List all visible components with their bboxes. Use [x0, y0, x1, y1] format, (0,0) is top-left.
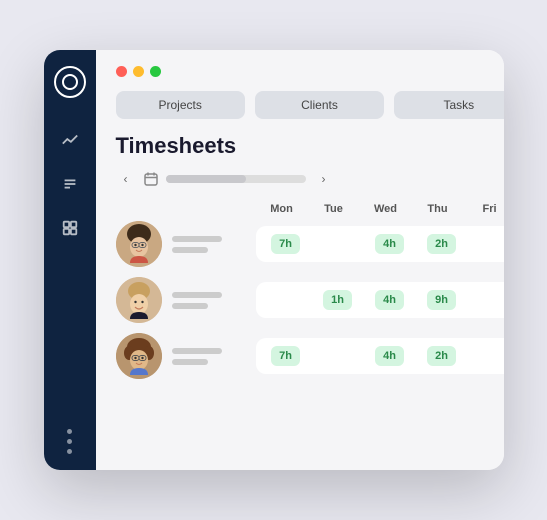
hour-badge: 4h	[375, 346, 404, 366]
day-header-wed: Wed	[360, 203, 412, 215]
hour-cell-wed-1: 4h	[364, 234, 416, 254]
main-content: Projects Clients Tasks Timesheets ‹ › M	[96, 50, 504, 470]
hour-badge: 4h	[375, 234, 404, 254]
day-header-fri: Fri	[464, 203, 504, 215]
hour-cell-thu-2: 9h	[416, 290, 468, 310]
calendar-prev[interactable]: ‹	[116, 169, 136, 189]
row-hours-2: 1h 4h 9h	[256, 282, 504, 318]
table-row: 7h 4h 2h	[116, 333, 504, 379]
person-info	[116, 333, 256, 379]
person-name-line	[172, 292, 222, 298]
avatar-face-2	[116, 277, 162, 323]
sidebar-icon-chart[interactable]	[52, 122, 88, 158]
avatar-face-3	[116, 333, 162, 379]
hour-cell-mon-2	[260, 290, 312, 310]
day-header-mon: Mon	[256, 203, 308, 215]
avatar	[116, 333, 162, 379]
person-name-line	[172, 348, 222, 354]
person-lines	[172, 348, 222, 365]
person-info	[116, 277, 256, 323]
person-role-line	[172, 359, 208, 365]
day-header-tue: Tue	[308, 203, 360, 215]
hour-cell-thu-3: 2h	[416, 346, 468, 366]
maximize-button[interactable]	[150, 66, 161, 77]
hour-cell-wed-3: 4h	[364, 346, 416, 366]
sidebar-dots	[67, 429, 72, 454]
person-role-line	[172, 247, 208, 253]
table-row: 1h 4h 9h	[116, 277, 504, 323]
hour-badge: 1h	[323, 290, 352, 310]
minimize-button[interactable]	[133, 66, 144, 77]
hour-cell-mon-1: 7h	[260, 234, 312, 254]
sidebar-icon-list[interactable]	[52, 166, 88, 202]
row-hours-1: 7h 4h 2h	[256, 226, 504, 262]
hour-badge: 2h	[427, 234, 456, 254]
window-controls	[116, 66, 504, 77]
timesheet-grid: Mon Tue Wed Thu Fri	[116, 203, 504, 389]
hour-cell-tue-1	[312, 234, 364, 254]
day-headers: Mon Tue Wed Thu Fri	[116, 203, 504, 215]
avatar	[116, 221, 162, 267]
close-button[interactable]	[116, 66, 127, 77]
row-hours-3: 7h 4h 2h	[256, 338, 504, 374]
hour-cell-tue-2: 1h	[312, 290, 364, 310]
hour-cell-mon-3: 7h	[260, 346, 312, 366]
calendar-nav: ‹ ›	[116, 169, 504, 189]
tab-projects[interactable]: Projects	[116, 91, 245, 119]
top-tabs: Projects Clients Tasks	[116, 91, 504, 119]
calendar-icon	[144, 172, 158, 186]
sidebar-logo	[54, 66, 86, 98]
sidebar-dot-2	[67, 439, 72, 444]
logo-inner	[62, 74, 78, 90]
sidebar-icon-grid[interactable]	[52, 210, 88, 246]
tab-tasks[interactable]: Tasks	[394, 91, 503, 119]
calendar-bar	[166, 175, 306, 183]
person-lines	[172, 236, 222, 253]
table-row: 7h 4h 2h	[116, 221, 504, 267]
hour-cell-fri-3	[468, 346, 504, 366]
hour-badge: 4h	[375, 290, 404, 310]
person-name-line	[172, 236, 222, 242]
day-header-thu: Thu	[412, 203, 464, 215]
hour-badge: 7h	[271, 346, 300, 366]
hour-cell-fri-1	[468, 234, 504, 254]
tab-clients[interactable]: Clients	[255, 91, 384, 119]
avatar-face-1	[116, 221, 162, 267]
page-title: Timesheets	[116, 133, 504, 159]
calendar-range	[166, 175, 246, 183]
hour-cell-fri-2	[468, 290, 504, 310]
hour-cell-wed-2: 4h	[364, 290, 416, 310]
sidebar-dot-1	[67, 429, 72, 434]
person-lines	[172, 292, 222, 309]
hour-badge: 2h	[427, 346, 456, 366]
person-info	[116, 221, 256, 267]
app-window: Projects Clients Tasks Timesheets ‹ › M	[44, 50, 504, 470]
sidebar-dot-3	[67, 449, 72, 454]
person-role-line	[172, 303, 208, 309]
hour-cell-thu-1: 2h	[416, 234, 468, 254]
avatar	[116, 277, 162, 323]
hour-cell-tue-3	[312, 346, 364, 366]
sidebar	[44, 50, 96, 470]
calendar-next[interactable]: ›	[314, 169, 334, 189]
hour-badge: 7h	[271, 234, 300, 254]
hour-badge: 9h	[427, 290, 456, 310]
